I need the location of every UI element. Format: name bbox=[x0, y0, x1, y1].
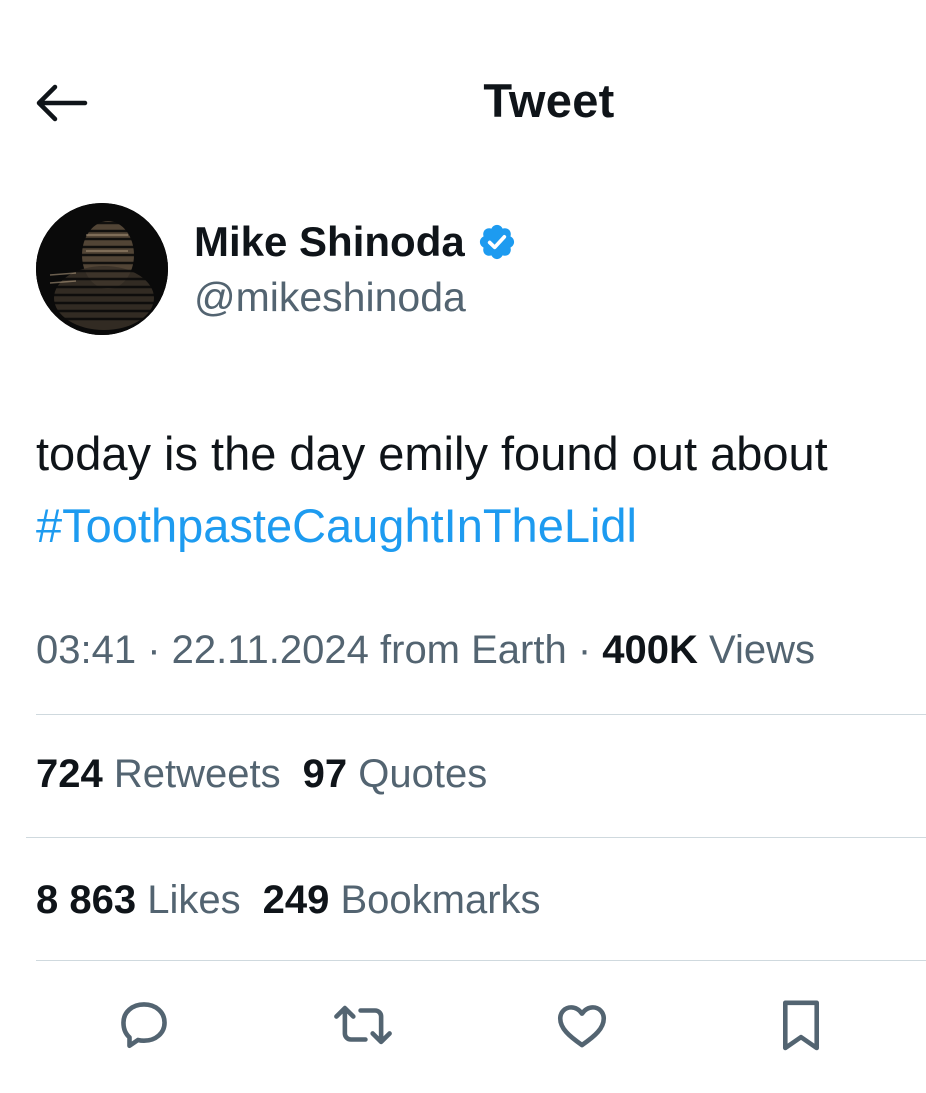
retweets-stat[interactable]: 724 Retweets bbox=[36, 752, 281, 797]
divider bbox=[36, 714, 926, 715]
tweet-time[interactable]: 03:41 bbox=[36, 628, 136, 672]
meta-separator: · bbox=[136, 628, 172, 672]
views-count: 400K bbox=[602, 628, 698, 672]
quotes-stat[interactable]: 97 Quotes bbox=[303, 752, 488, 797]
reply-icon bbox=[121, 1002, 167, 1049]
bookmarks-stat[interactable]: 249 Bookmarks bbox=[263, 878, 541, 923]
verified-badge-icon bbox=[479, 224, 514, 260]
tweet-meta: 03:41 · 22.11.2024 from Earth · 400K Vie… bbox=[36, 628, 815, 673]
tweet-date[interactable]: 22.11.2024 bbox=[172, 628, 369, 672]
likes-label: Likes bbox=[136, 878, 241, 922]
bookmarks-count: 249 bbox=[262, 878, 330, 922]
like-button[interactable] bbox=[547, 990, 617, 1060]
retweets-label: Retweets bbox=[102, 752, 281, 796]
retweets-count: 724 bbox=[36, 752, 103, 796]
likes-count: 8 863 bbox=[36, 878, 137, 922]
bookmark-icon bbox=[782, 1000, 820, 1051]
bookmarks-label: Bookmarks bbox=[329, 878, 541, 922]
author-name-text: Mike Shinoda bbox=[194, 218, 465, 265]
hashtag-link[interactable]: #ToothpasteCaughtInTheLidl bbox=[36, 490, 916, 562]
retweet-icon bbox=[334, 1005, 392, 1045]
tweet-actions-bar bbox=[0, 990, 926, 1060]
quotes-count: 97 bbox=[302, 752, 348, 796]
divider bbox=[26, 837, 926, 838]
tweet-text: today is the day emily found out about #… bbox=[36, 418, 916, 562]
divider bbox=[36, 960, 926, 961]
stats-row-engagement: 8 863 Likes 249 Bookmarks bbox=[36, 878, 563, 923]
stats-row-reposts: 724 Retweets 97 Quotes bbox=[36, 752, 509, 797]
retweet-button[interactable] bbox=[328, 990, 398, 1060]
heart-icon bbox=[557, 1005, 607, 1048]
avatar[interactable] bbox=[36, 203, 168, 335]
tweet-detail-page: Tweet Mike Shinoda @mikeshinoda today is… bbox=[0, 0, 926, 1093]
avatar-image bbox=[36, 203, 168, 335]
author-name[interactable]: Mike Shinoda bbox=[194, 218, 517, 266]
author-handle[interactable]: @mikeshinoda bbox=[194, 274, 466, 321]
bookmark-button[interactable] bbox=[766, 990, 836, 1060]
quotes-label: Quotes bbox=[347, 752, 488, 796]
views-label: Views bbox=[697, 628, 815, 672]
tweet-text-body: today is the day emily found out about bbox=[36, 427, 828, 480]
meta-separator: · bbox=[566, 628, 603, 672]
likes-stat[interactable]: 8 863 Likes bbox=[36, 878, 241, 923]
tweet-source: from Earth bbox=[368, 628, 567, 672]
reply-button[interactable] bbox=[109, 990, 179, 1060]
page-title: Tweet bbox=[483, 74, 615, 127]
